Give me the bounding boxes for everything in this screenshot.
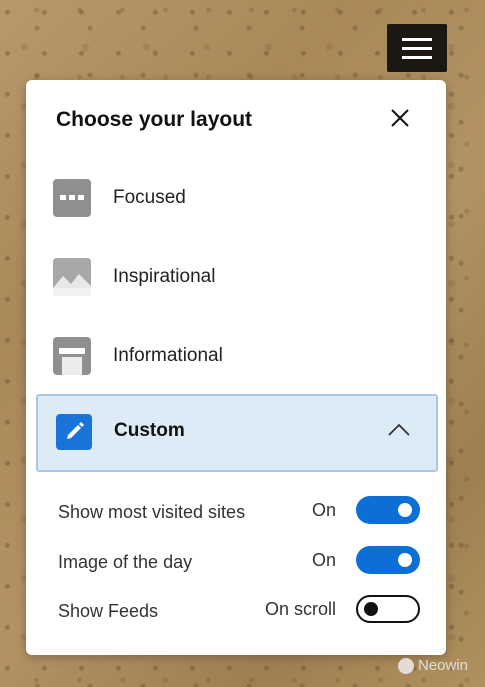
show-feeds-toggle[interactable] bbox=[356, 595, 420, 623]
watermark: Neowin bbox=[398, 657, 468, 674]
setting-label: Show most visited sites bbox=[58, 502, 246, 522]
most-visited-toggle[interactable] bbox=[356, 496, 420, 524]
layout-panel: Choose your layout Focused Inspirational bbox=[26, 80, 446, 655]
layout-option-focused[interactable]: Focused bbox=[53, 174, 423, 222]
layout-option-label: Focused bbox=[113, 187, 186, 208]
layout-option-label: Informational bbox=[113, 345, 223, 366]
setting-label: Image of the day bbox=[58, 552, 193, 572]
setting-row-most-visited: Show most visited sites On bbox=[58, 496, 420, 528]
menu-line bbox=[402, 46, 432, 50]
menu-line bbox=[402, 55, 432, 59]
setting-row-show-feeds: Show Feeds On scroll bbox=[58, 595, 420, 627]
setting-value: On scroll bbox=[264, 599, 336, 619]
focused-layout-icon bbox=[53, 179, 91, 217]
watermark-text: Neowin bbox=[418, 657, 469, 674]
neowin-logo-icon bbox=[398, 657, 414, 674]
layout-option-inspirational[interactable]: Inspirational bbox=[53, 253, 423, 301]
setting-row-image-of-day: Image of the day On bbox=[58, 546, 420, 578]
setting-label: Show Feeds bbox=[58, 601, 159, 621]
menu-line bbox=[402, 37, 432, 41]
informational-layout-icon bbox=[53, 337, 91, 375]
setting-value: On bbox=[311, 500, 336, 520]
chevron-up-icon bbox=[388, 423, 410, 436]
image-of-day-toggle[interactable] bbox=[356, 546, 420, 574]
inspirational-layout-icon bbox=[53, 258, 91, 296]
panel-title: Choose your layout bbox=[56, 108, 253, 131]
close-icon bbox=[391, 109, 409, 127]
pencil-icon bbox=[56, 414, 92, 450]
custom-label: Custom bbox=[114, 420, 185, 441]
layout-option-informational[interactable]: Informational bbox=[53, 332, 423, 380]
close-button[interactable] bbox=[386, 104, 414, 132]
layout-option-custom[interactable]: Custom bbox=[36, 394, 438, 472]
setting-value: On bbox=[311, 550, 336, 570]
collapse-button[interactable] bbox=[386, 420, 412, 440]
layout-option-label: Inspirational bbox=[113, 266, 216, 287]
hamburger-menu-button[interactable] bbox=[387, 24, 447, 72]
